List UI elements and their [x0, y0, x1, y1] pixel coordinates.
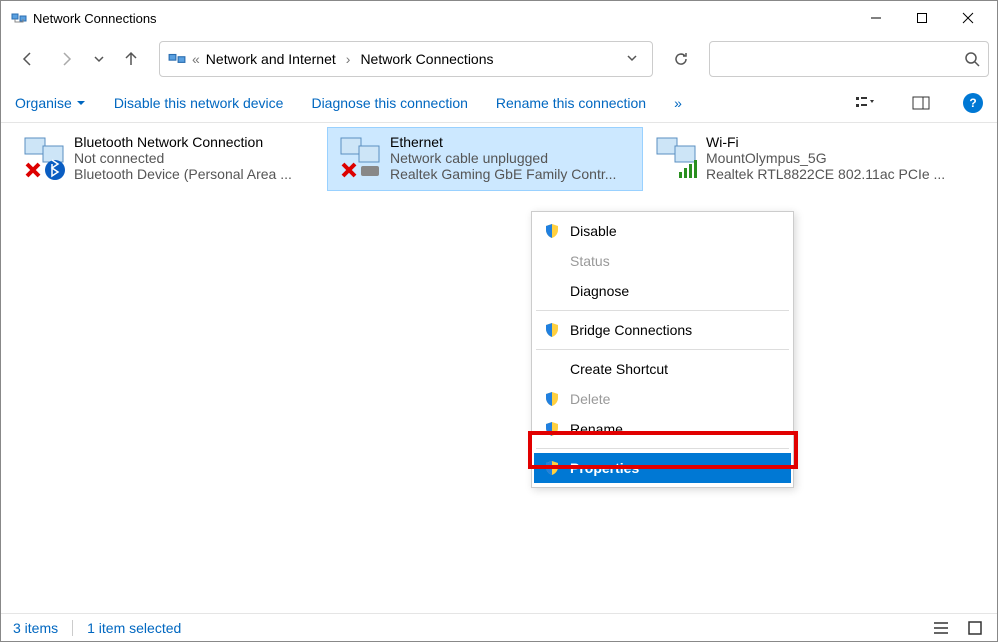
preview-pane-button[interactable] [907, 89, 935, 117]
disable-device-button[interactable]: Disable this network device [114, 95, 284, 111]
shield-icon [544, 322, 560, 338]
context-create-shortcut[interactable]: Create Shortcut [534, 354, 791, 384]
connection-name: Wi-Fi [706, 134, 954, 150]
search-box[interactable] [709, 41, 989, 77]
context-separator [536, 310, 789, 311]
status-item-count: 3 items [13, 620, 58, 636]
bluetooth-connection-icon [16, 132, 74, 184]
recent-locations-button[interactable] [89, 41, 109, 77]
wifi-connection-icon [648, 132, 706, 184]
shield-icon [544, 223, 560, 239]
forward-button[interactable] [49, 41, 85, 77]
status-selected-count: 1 item selected [87, 620, 181, 636]
context-separator [536, 448, 789, 449]
close-button[interactable] [945, 1, 991, 35]
diagnose-connection-button[interactable]: Diagnose this connection [311, 95, 467, 111]
shield-icon [544, 421, 560, 437]
shield-icon [544, 460, 560, 476]
ethernet-connection-icon [332, 132, 390, 184]
search-icon [964, 51, 980, 67]
connection-ethernet[interactable]: Ethernet Network cable unplugged Realtek… [327, 127, 643, 191]
status-separator [72, 620, 73, 636]
connection-bluetooth[interactable]: Bluetooth Network Connection Not connect… [11, 127, 327, 191]
context-disable[interactable]: Disable [534, 216, 791, 246]
context-delete: Delete [534, 384, 791, 414]
help-button[interactable]: ? [963, 93, 983, 113]
navigation-bar: « Network and Internet › Network Connect… [1, 35, 997, 83]
network-connections-icon [11, 10, 27, 26]
connection-name: Bluetooth Network Connection [74, 134, 322, 150]
rename-connection-button[interactable]: Rename this connection [496, 95, 646, 111]
context-properties[interactable]: Properties [534, 453, 791, 483]
breadcrumb-part1[interactable]: Network and Internet [206, 51, 336, 67]
connection-device: Realtek RTL8822CE 802.11ac PCIe ... [706, 166, 954, 182]
details-view-button[interactable] [931, 618, 951, 638]
connection-name: Ethernet [390, 134, 638, 150]
connection-device: Realtek Gaming GbE Family Contr... [390, 166, 638, 182]
refresh-button[interactable] [663, 41, 699, 77]
toolbar-overflow-button[interactable]: » [674, 95, 682, 111]
titlebar: Network Connections [1, 1, 997, 35]
up-button[interactable] [113, 41, 149, 77]
minimize-button[interactable] [853, 1, 899, 35]
organise-button[interactable]: Organise [15, 95, 86, 111]
network-icon [168, 50, 186, 68]
maximize-button[interactable] [899, 1, 945, 35]
connection-status: MountOlympus_5G [706, 150, 954, 166]
address-bar[interactable]: « Network and Internet › Network Connect… [159, 41, 653, 77]
context-rename[interactable]: Rename [534, 414, 791, 444]
breadcrumb-part2[interactable]: Network Connections [360, 51, 493, 67]
shield-icon [544, 391, 560, 407]
command-toolbar: Organise Disable this network device Dia… [1, 83, 997, 123]
large-icons-view-button[interactable] [965, 618, 985, 638]
address-dropdown-button[interactable] [620, 51, 644, 67]
window-title: Network Connections [33, 11, 853, 26]
context-separator [536, 349, 789, 350]
connections-list: Bluetooth Network Connection Not connect… [1, 123, 997, 195]
status-bar: 3 items 1 item selected [1, 613, 997, 641]
context-menu: Disable Status Diagnose Bridge Connectio… [531, 211, 794, 488]
back-button[interactable] [9, 41, 45, 77]
context-status: Status [534, 246, 791, 276]
connection-wifi[interactable]: Wi-Fi MountOlympus_5G Realtek RTL8822CE … [643, 127, 959, 191]
context-bridge[interactable]: Bridge Connections [534, 315, 791, 345]
breadcrumb-separator: › [346, 51, 351, 67]
connection-status: Network cable unplugged [390, 150, 638, 166]
connection-device: Bluetooth Device (Personal Area ... [74, 166, 322, 182]
context-diagnose[interactable]: Diagnose [534, 276, 791, 306]
breadcrumb-prefix: « [192, 51, 200, 67]
view-options-button[interactable] [851, 89, 879, 117]
connection-status: Not connected [74, 150, 322, 166]
